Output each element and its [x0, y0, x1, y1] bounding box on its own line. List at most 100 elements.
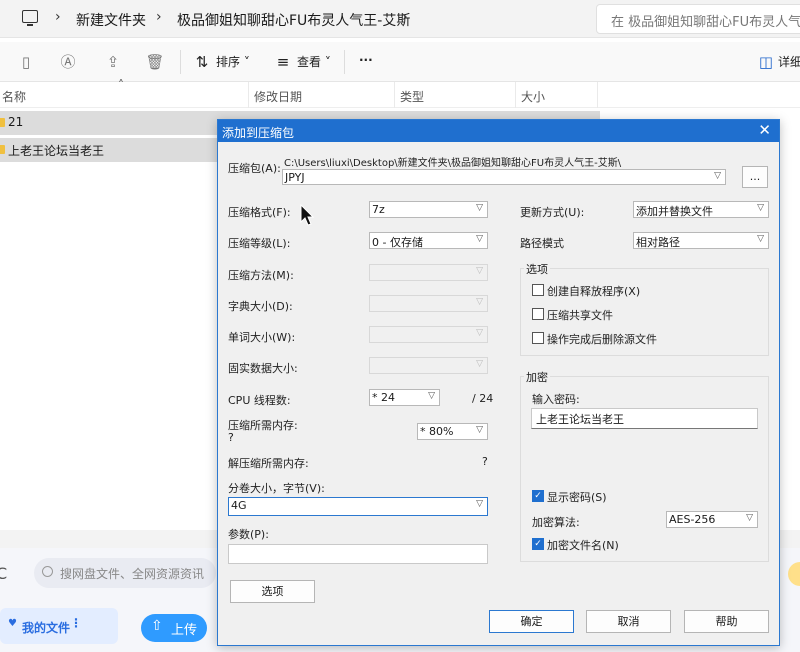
kebab-icon[interactable]: ⋮	[70, 616, 82, 630]
netdisk-search-input[interactable]: 搜网盘文件、全网资源资讯	[34, 558, 216, 588]
close-icon[interactable]: ✕	[758, 121, 771, 139]
column-size[interactable]: 大小	[521, 88, 545, 105]
chevron-down-icon: ▽	[476, 297, 483, 307]
my-files-label: 我的文件	[22, 621, 71, 635]
cpu-select[interactable]: * 24 ▽	[369, 389, 440, 406]
column-divider[interactable]	[394, 82, 395, 108]
help-button[interactable]: 帮助	[684, 610, 769, 633]
format-label: 压缩格式(F):	[228, 206, 291, 219]
upload-button[interactable]: ⇧ 上传	[141, 614, 207, 642]
details-pane-icon[interactable]: ◫	[756, 52, 776, 72]
sfx-checkbox[interactable]	[532, 284, 544, 296]
column-divider[interactable]	[597, 82, 598, 108]
details-button[interactable]: 详细	[778, 53, 800, 70]
toolbar-divider	[180, 50, 181, 74]
format-select[interactable]: 7z ▽	[369, 201, 488, 218]
heart-icon: ♥	[8, 618, 17, 629]
chevron-down-icon[interactable]: ▽	[714, 171, 721, 181]
archive-path: C:\Users\liuxi\Desktop\新建文件夹\极品御姐知聊甜心FU布…	[284, 158, 622, 169]
password-input[interactable]: 上老王论坛当老王	[531, 408, 758, 429]
chevron-down-icon: ▽	[476, 328, 483, 338]
params-label: 参数(P):	[228, 528, 269, 541]
chevron-down-icon[interactable]: ▽	[757, 234, 764, 244]
refresh-icon[interactable]: C	[0, 564, 7, 583]
encrypt-filenames-checkbox[interactable]: ✓	[532, 538, 544, 550]
memory-unknown: ?	[228, 431, 234, 444]
memory-select[interactable]: * 80% ▽	[417, 423, 488, 440]
chevron-down-icon: ▽	[476, 359, 483, 369]
computer-icon[interactable]	[22, 10, 38, 26]
chevron-down-icon[interactable]: ▽	[476, 203, 483, 213]
cancel-button[interactable]: 取消	[586, 610, 671, 633]
encryption-method-value: AES-256	[669, 513, 716, 526]
cpu-value: * 24	[372, 391, 395, 404]
chevron-down-icon[interactable]: ▽	[476, 499, 483, 509]
sfx-label[interactable]: 创建自释放程序(X)	[547, 283, 640, 299]
more-options-button[interactable]: ···	[359, 53, 373, 67]
paste-icon[interactable]: ▯	[16, 52, 36, 72]
rename-icon[interactable]: Ⓐ	[58, 52, 78, 72]
chevron-right-icon[interactable]: ›	[402, 9, 408, 25]
view-button[interactable]: 查看 ˅	[297, 53, 331, 70]
dict-label: 字典大小(D):	[228, 300, 293, 313]
show-password-checkbox[interactable]: ✓	[532, 490, 544, 502]
options-button[interactable]: 选项	[230, 580, 315, 603]
view-icon[interactable]: ≡	[273, 52, 293, 72]
level-value: 0 - 仅存储	[372, 236, 423, 249]
encryption-method-select[interactable]: AES-256 ▽	[666, 511, 758, 528]
shared-checkbox[interactable]	[532, 308, 544, 320]
show-password-label[interactable]: 显示密码(S)	[547, 489, 607, 505]
sort-button[interactable]: 排序 ˅	[216, 53, 250, 70]
encryption-group-title: 加密	[524, 369, 550, 385]
browse-button[interactable]: ...	[742, 166, 768, 188]
chevron-down-icon[interactable]: ▽	[476, 425, 483, 435]
sort-label: 排序	[216, 55, 241, 69]
column-divider[interactable]	[248, 82, 249, 108]
ok-button[interactable]: 确定	[489, 610, 574, 633]
encrypt-filenames-label[interactable]: 加密文件名(N)	[547, 537, 619, 553]
delete-checkbox[interactable]	[532, 332, 544, 344]
upload-icon: ⇧	[151, 618, 163, 634]
chevron-right-icon[interactable]: ›	[156, 9, 162, 25]
my-files-button[interactable]: ♥ 我的文件 ⋮	[0, 608, 118, 644]
address-bar[interactable]: › 新建文件夹 › 极品御姐知聊甜心FU布灵人气王-艾斯 › 在 极品御姐知聊甜…	[0, 0, 800, 38]
column-divider[interactable]	[515, 82, 516, 108]
trash-icon[interactable]: 🗑	[145, 52, 165, 72]
dialog-titlebar[interactable]: 添加到压缩包 ✕	[218, 120, 779, 142]
path-mode-select[interactable]: 相对路径 ▽	[633, 232, 769, 249]
level-label: 压缩等级(L):	[228, 237, 291, 250]
column-modified[interactable]: 修改日期	[254, 88, 302, 105]
sort-icon[interactable]: ⇅	[192, 52, 212, 72]
update-value: 添加并替换文件	[636, 205, 713, 218]
word-select[interactable]: ▽	[369, 326, 488, 343]
chevron-right-icon[interactable]: ›	[55, 9, 61, 25]
cpu-total: / 24	[472, 392, 494, 405]
column-type[interactable]: 类型	[400, 88, 424, 105]
volume-combo[interactable]: 4G ▽	[228, 497, 488, 516]
shared-label[interactable]: 压缩共享文件	[547, 307, 613, 323]
solid-select[interactable]: ▽	[369, 357, 488, 374]
chevron-down-icon[interactable]: ▽	[746, 513, 753, 523]
chevron-down-icon[interactable]: ▽	[757, 203, 764, 213]
dialog-title: 添加到压缩包	[222, 126, 295, 140]
breadcrumb-new-folder[interactable]: 新建文件夹	[76, 10, 146, 30]
toolbar-divider	[344, 50, 345, 74]
column-name[interactable]: 名称	[2, 88, 26, 105]
share-icon[interactable]: ⇪	[103, 52, 123, 72]
breadcrumb-current-folder[interactable]: 极品御姐知聊甜心FU布灵人气王-艾斯	[177, 10, 410, 30]
avatar[interactable]	[788, 562, 800, 586]
dict-select[interactable]: ▽	[369, 295, 488, 312]
level-select[interactable]: 0 - 仅存储 ▽	[369, 232, 488, 249]
path-mode-label: 路径模式	[520, 237, 564, 250]
chevron-down-icon[interactable]: ▽	[428, 391, 435, 401]
delete-label[interactable]: 操作完成后删除源文件	[547, 331, 657, 347]
chevron-down-icon[interactable]: ▽	[476, 234, 483, 244]
archive-name-combo[interactable]: JPYJ ▽	[282, 169, 726, 185]
update-select[interactable]: 添加并替换文件 ▽	[633, 201, 769, 218]
folder-search-input[interactable]: 在 极品御姐知聊甜心FU布灵人气	[596, 4, 800, 34]
update-label: 更新方式(U):	[520, 206, 585, 219]
password-label: 输入密码:	[532, 393, 580, 406]
params-input[interactable]	[228, 544, 488, 564]
decompress-memory-label: 解压缩所需内存:	[228, 457, 309, 470]
method-select[interactable]: ▽	[369, 264, 488, 281]
